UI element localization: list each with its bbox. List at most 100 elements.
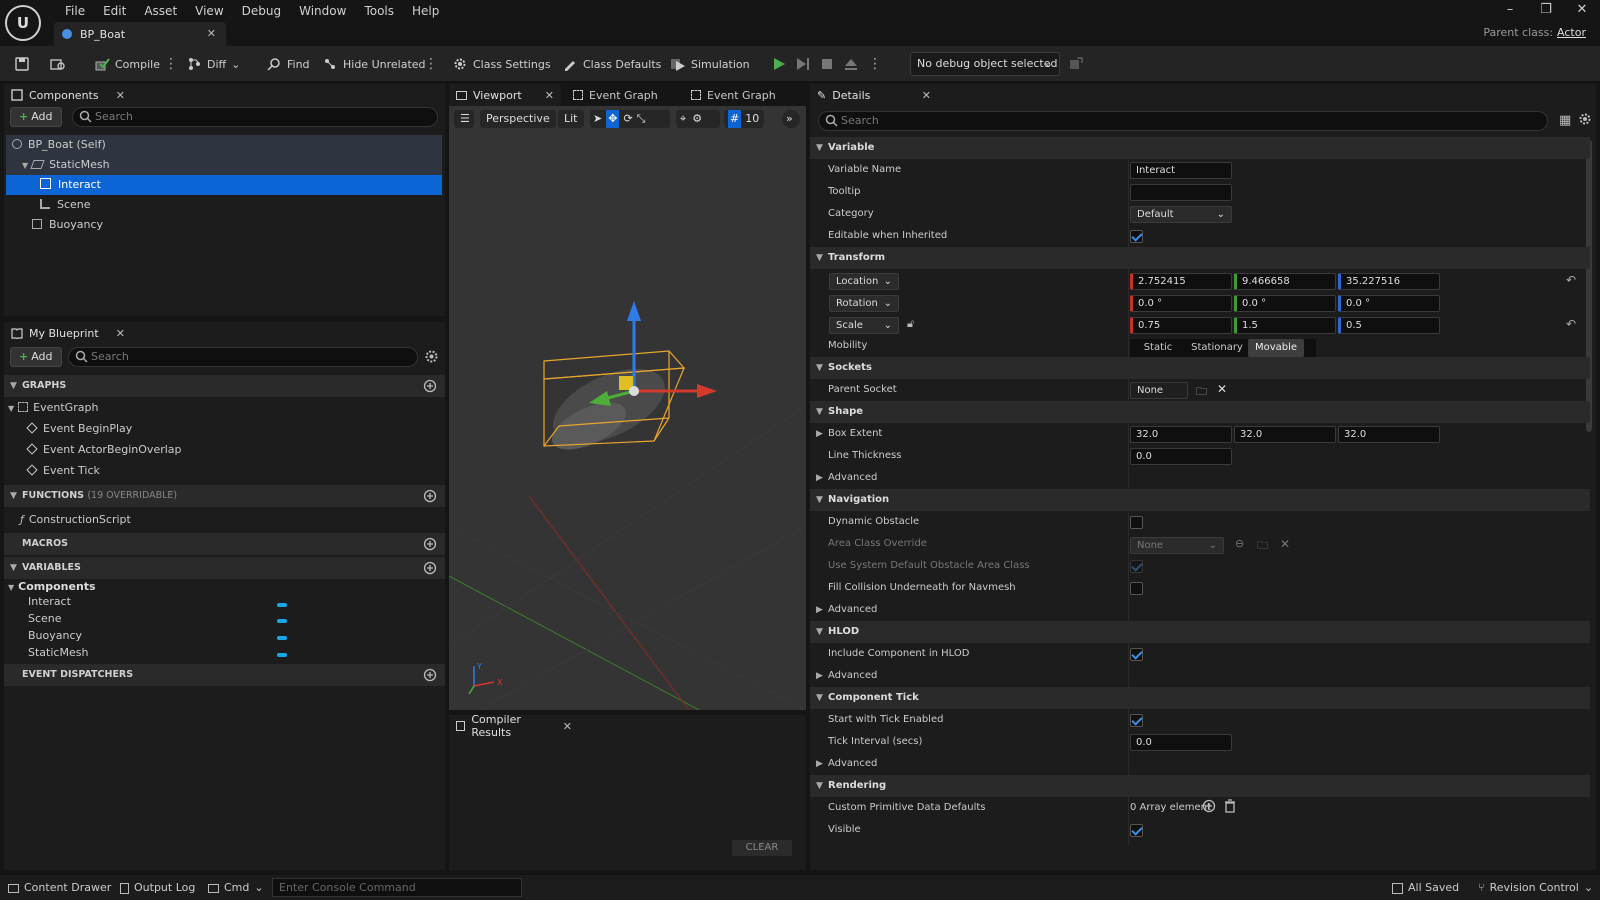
close-tab-icon[interactable]: ✕ [545, 89, 554, 102]
compile-options-icon[interactable]: ⋮ [160, 52, 181, 76]
move-icon[interactable]: ✥ [606, 110, 620, 128]
stop-icon[interactable] [820, 57, 834, 71]
console-command-input[interactable]: Enter Console Command [272, 878, 522, 897]
play-icon[interactable] [772, 57, 786, 71]
menu-help[interactable]: Help [403, 2, 448, 20]
content-drawer-button[interactable]: Content Drawer [8, 878, 111, 898]
editable-inherited-checkbox[interactable] [1130, 230, 1143, 243]
compiler-results-tab[interactable]: Compiler Results ✕ [449, 713, 579, 739]
add-variable-icon[interactable] [423, 561, 437, 575]
menu-view[interactable]: View [186, 2, 232, 20]
category-variable[interactable]: ▼ Variable [810, 137, 1590, 159]
category-component-tick[interactable]: ▼ Component Tick [810, 687, 1590, 709]
hide-unrelated-button[interactable]: Hide Unrelated [318, 52, 430, 76]
clear-icon[interactable]: ✕ [1217, 382, 1227, 396]
dynamic-obstacle-checkbox[interactable] [1130, 516, 1143, 529]
output-log-button[interactable]: Output Log [120, 878, 195, 898]
macros-section[interactable]: MACROS [4, 533, 445, 555]
row-advanced-tick[interactable]: ▶ Advanced [810, 753, 1590, 775]
event-item[interactable]: Event ActorBeginOverlap [26, 440, 182, 460]
trash-icon[interactable] [1224, 799, 1236, 813]
scale-icon[interactable]: ⤡ [637, 110, 646, 128]
add-function-icon[interactable] [423, 489, 437, 503]
category-transform[interactable]: ▼ Transform [810, 247, 1590, 269]
perspective-button[interactable]: Perspective [480, 110, 556, 128]
reset-icon[interactable]: ↶ [1566, 273, 1576, 287]
event-graph-item[interactable]: ▼ EventGraph [8, 398, 98, 418]
event-item[interactable]: Event Tick [26, 461, 100, 481]
more-options-icon[interactable]: » [782, 110, 800, 128]
construction-script-item[interactable]: ƒ ConstructionScript [20, 510, 131, 530]
event-dispatchers-section[interactable]: EVENT DISPATCHERS [4, 664, 445, 686]
scale-x-input[interactable]: 0.75 [1130, 317, 1232, 334]
start-tick-checkbox[interactable] [1130, 714, 1143, 727]
debug-object-select[interactable]: No debug object selected ⌄ [910, 52, 1060, 76]
details-search-input[interactable]: Search [818, 111, 1548, 131]
tab-event-graph[interactable]: Event Graph [566, 84, 678, 106]
variable-item[interactable]: Buoyancy [28, 628, 82, 644]
mobility-static[interactable]: Static [1130, 339, 1186, 357]
tooltip-input[interactable] [1130, 184, 1232, 201]
clear-button[interactable]: CLEAR [732, 840, 792, 856]
debug-browse-button[interactable] [1064, 52, 1088, 76]
graphs-section[interactable]: ▼ GRAPHS [4, 375, 445, 397]
box-extent-z-input[interactable]: 32.0 [1338, 426, 1440, 443]
close-tab-icon[interactable]: ✕ [116, 327, 125, 340]
rotation-y-input[interactable]: 0.0 ° [1234, 295, 1336, 312]
restore-icon[interactable]: ❐ [1528, 0, 1564, 20]
rotation-z-input[interactable]: 0.0 ° [1338, 295, 1440, 312]
add-dispatcher-icon[interactable] [423, 668, 437, 682]
box-extent-y-input[interactable]: 32.0 [1234, 426, 1336, 443]
reset-icon[interactable]: ↶ [1566, 317, 1576, 331]
menu-tools[interactable]: Tools [355, 2, 403, 20]
event-item[interactable]: Event BeginPlay [26, 419, 132, 439]
variable-item[interactable]: Scene [28, 611, 62, 627]
variable-item[interactable]: StaticMesh [28, 645, 88, 661]
details-tab[interactable]: ✎ Details ✕ [810, 84, 938, 106]
line-thickness-input[interactable]: 0.0 [1130, 448, 1232, 465]
category-shape[interactable]: ▼ Shape [810, 401, 1590, 423]
fill-collision-checkbox[interactable] [1130, 582, 1143, 595]
viewport-canvas[interactable] [449, 106, 806, 710]
variable-name-input[interactable]: Interact [1130, 162, 1232, 179]
add-element-icon[interactable] [1202, 799, 1216, 813]
category-hlod[interactable]: ▼ HLOD [810, 621, 1590, 643]
menu-asset[interactable]: Asset [135, 2, 186, 20]
add-member-button[interactable]: + Add [10, 347, 62, 367]
grid-snap-button[interactable]: # 10 [724, 110, 764, 128]
functions-section[interactable]: ▼ FUNCTIONS (19 OVERRIDABLE) [4, 485, 445, 507]
visible-checkbox[interactable] [1130, 824, 1143, 837]
browse-button[interactable] [46, 52, 70, 76]
folder-icon[interactable]: 🗀 [1196, 383, 1207, 402]
my-blueprint-tab[interactable]: My Blueprint ✕ [4, 322, 132, 344]
rotation-x-input[interactable]: 0.0 ° [1130, 295, 1232, 312]
close-window-icon[interactable]: ✕ [1564, 0, 1600, 20]
minimize-icon[interactable]: – [1492, 0, 1528, 20]
area-class-select[interactable]: None ⌄ [1130, 537, 1224, 554]
variables-section[interactable]: ▼ VARIABLES [4, 557, 445, 579]
tree-item-interact[interactable]: Interact [6, 175, 442, 195]
rotate-icon[interactable]: ⟳ [623, 110, 632, 128]
document-tab[interactable]: BP_Boat ✕ [54, 22, 226, 46]
close-tab-icon[interactable]: ✕ [922, 89, 931, 102]
blueprint-search-input[interactable]: Search [68, 347, 418, 367]
menu-debug[interactable]: Debug [233, 2, 290, 20]
menu-window[interactable]: Window [290, 2, 355, 20]
close-tab-icon[interactable]: ✕ [207, 27, 216, 40]
hide-options-icon[interactable]: ⋮ [420, 52, 441, 76]
folder-icon[interactable]: 🗀 [1257, 537, 1268, 556]
location-y-input[interactable]: 9.466658 [1234, 273, 1336, 290]
parent-class-link[interactable]: Actor [1557, 26, 1586, 39]
gear-icon[interactable] [424, 349, 439, 364]
unreal-logo-icon[interactable]: U [5, 5, 41, 41]
tree-item-buoyancy[interactable]: Buoyancy [6, 215, 442, 235]
tab-event-graph-2[interactable]: Event Graph [684, 84, 796, 106]
tab-viewport[interactable]: Viewport ✕ [449, 84, 561, 106]
use-system-default-checkbox[interactable] [1130, 560, 1143, 573]
table-view-icon[interactable]: ▦ [1559, 113, 1571, 128]
tick-interval-input[interactable]: 0.0 [1130, 734, 1232, 751]
play-options-icon[interactable]: ⋮ [868, 56, 882, 72]
lock-icon[interactable]: 🔓︎ [907, 317, 914, 331]
location-x-input[interactable]: 2.752415 [1130, 273, 1232, 290]
location-z-input[interactable]: 35.227516 [1338, 273, 1440, 290]
